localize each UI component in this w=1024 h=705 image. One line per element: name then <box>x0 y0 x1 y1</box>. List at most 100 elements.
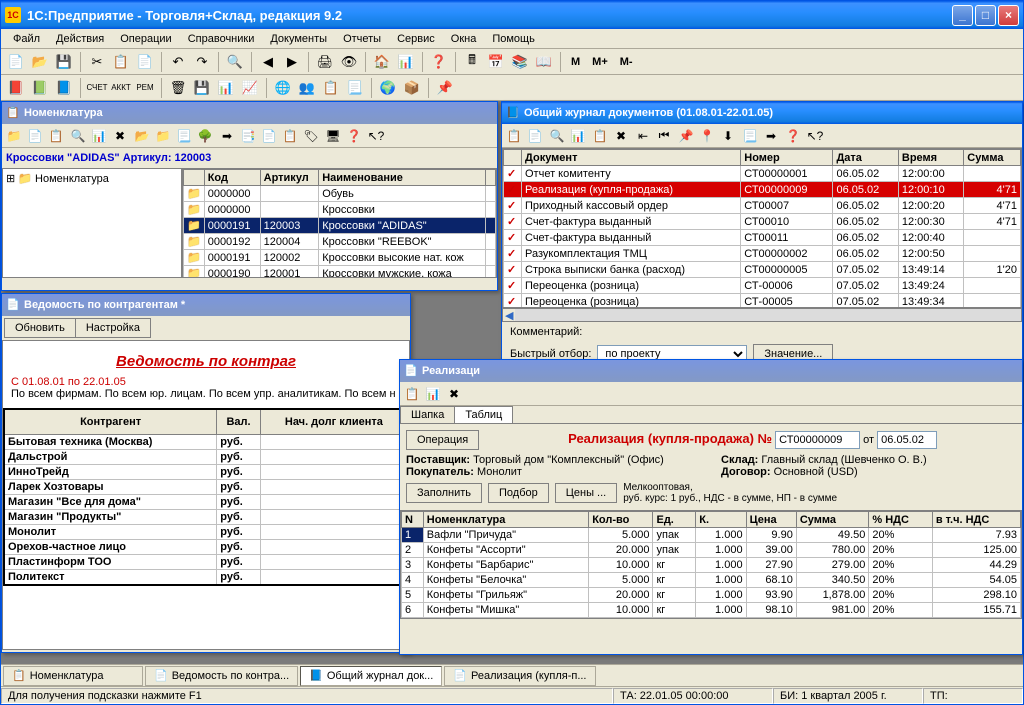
tool-icon[interactable]: 📊 <box>395 51 417 73</box>
menu-item[interactable]: Справочники <box>180 31 263 47</box>
tb2-icon[interactable]: РЕМ <box>134 77 156 99</box>
tree-item[interactable]: ⊞ 📁 Номенклатура <box>5 171 179 186</box>
tb-icon[interactable]: ❓ <box>344 126 364 146</box>
redo-icon[interactable]: ↷ <box>191 51 213 73</box>
help-arrow-icon[interactable]: ↖? <box>805 126 825 146</box>
tb-icon[interactable]: 📊 <box>568 126 588 146</box>
tb2-icon[interactable]: 📗 <box>29 77 51 99</box>
tb-icon[interactable]: ✖ <box>444 384 464 404</box>
table-row[interactable]: ✓Счет-фактура выданныйСТ0001106.05.0212:… <box>504 230 1021 246</box>
tb-icon[interactable]: ⏮ <box>654 126 674 146</box>
select-button[interactable]: Подбор <box>488 483 549 503</box>
table-row[interactable]: Магазин "Все для дома"руб. <box>4 495 408 510</box>
m-minus-button[interactable]: М- <box>615 51 638 73</box>
tb-icon[interactable]: ✖ <box>611 126 631 146</box>
tb2-icon[interactable]: АККТ <box>110 77 132 99</box>
doc-date-input[interactable] <box>877 431 937 449</box>
table-row[interactable]: Орехов-частное лицоруб. <box>4 540 408 555</box>
scroll-left-icon[interactable]: ◀ <box>503 309 515 322</box>
new-icon[interactable]: 📄 <box>5 51 27 73</box>
table-row[interactable]: Ларек Хозтоварыруб. <box>4 480 408 495</box>
maximize-button[interactable]: □ <box>975 5 996 26</box>
find-icon[interactable]: 🔍 <box>224 51 246 73</box>
table-row[interactable]: 📁0000000Кроссовки <box>184 202 496 218</box>
tb2-icon[interactable]: 💾 <box>191 77 213 99</box>
settings-button[interactable]: Настройка <box>75 318 151 338</box>
table-row[interactable]: Пластинформ ТООруб. <box>4 555 408 570</box>
tb-icon[interactable]: ➡ <box>761 126 781 146</box>
tb2-icon[interactable]: 📈 <box>239 77 261 99</box>
tb-icon[interactable]: 🌳 <box>195 126 215 146</box>
tb-icon[interactable]: ➡ <box>217 126 237 146</box>
tb2-icon[interactable]: 📃 <box>344 77 366 99</box>
next-icon[interactable]: ▶ <box>281 51 303 73</box>
m-plus-button[interactable]: М+ <box>587 51 613 73</box>
table-row[interactable]: 📁0000190120001Кроссовки мужские, кожа <box>184 266 496 279</box>
tb-icon[interactable]: 🔍 <box>547 126 567 146</box>
menu-item[interactable]: Окна <box>443 31 485 47</box>
prices-button[interactable]: Цены ... <box>555 483 617 503</box>
prev-icon[interactable]: ◀ <box>257 51 279 73</box>
tb2-icon[interactable]: 📊 <box>215 77 237 99</box>
minimize-button[interactable]: _ <box>952 5 973 26</box>
book-icon[interactable]: 📖 <box>533 51 555 73</box>
table-row[interactable]: 📁0000192120004Кроссовки "REEBOK" <box>184 234 496 250</box>
table-row[interactable]: 1Вафли "Причуда"5.000упак1.0009.9049.502… <box>402 528 1021 543</box>
realization-titlebar[interactable]: 📄 Реализаци <box>400 360 1022 382</box>
table-row[interactable]: Бытовая техника (Москва)руб. <box>4 435 408 450</box>
table-row[interactable]: ✓Строка выписки банка (расход)СТ00000005… <box>504 262 1021 278</box>
tb2-icon[interactable]: СЧЕТ <box>86 77 108 99</box>
tool-icon[interactable]: 🏠 <box>371 51 393 73</box>
scrollbar[interactable] <box>515 309 1021 321</box>
table-row[interactable]: 2Конфеты "Ассорти"20.000упак1.00039.0078… <box>402 543 1021 558</box>
help-icon[interactable]: ❓ <box>428 51 450 73</box>
save-icon[interactable]: 💾 <box>53 51 75 73</box>
table-row[interactable]: Дальстройруб. <box>4 450 408 465</box>
table-row[interactable]: Монолитруб. <box>4 525 408 540</box>
paste-icon[interactable]: 📄 <box>134 51 156 73</box>
tb-icon[interactable]: ⇤ <box>633 126 653 146</box>
tool-icon[interactable]: 📚 <box>509 51 531 73</box>
print-icon[interactable]: 🖨 <box>314 51 336 73</box>
tb2-icon[interactable]: 🌐 <box>272 77 294 99</box>
tb2-icon[interactable]: 📌 <box>434 77 456 99</box>
table-row[interactable]: 3Конфеты "Барбарис"10.000кг1.00027.90279… <box>402 558 1021 573</box>
menu-item[interactable]: Действия <box>48 31 112 47</box>
tb2-icon[interactable]: 🗑 <box>167 77 189 99</box>
tb-icon[interactable]: 📃 <box>740 126 760 146</box>
journal-grid[interactable]: ДокументНомерДатаВремяСумма✓Отчет комите… <box>503 149 1021 308</box>
tb-icon[interactable]: 📄 <box>525 126 545 146</box>
copy-icon[interactable]: 📋 <box>110 51 132 73</box>
table-row[interactable]: ✓Приходный кассовый ордерСТ0000706.05.02… <box>504 198 1021 214</box>
calc-icon[interactable]: 🖩 <box>461 51 483 73</box>
doc-number-input[interactable] <box>775 431 860 449</box>
tb-icon[interactable]: 🔍 <box>68 126 88 146</box>
refresh-button[interactable]: Обновить <box>4 318 75 338</box>
cut-icon[interactable]: ✂ <box>86 51 108 73</box>
table-row[interactable]: ✓Отчет комитентуСТ0000000106.05.0212:00:… <box>504 166 1021 182</box>
table-row[interactable]: 5Конфеты "Грильяж"20.000кг1.00093.901,87… <box>402 588 1021 603</box>
menu-item[interactable]: Помощь <box>484 31 543 47</box>
menu-item[interactable]: Сервис <box>389 31 443 47</box>
undo-icon[interactable]: ↶ <box>167 51 189 73</box>
table-row[interactable]: 6Конфеты "Мишка"10.000кг1.00098.10981.00… <box>402 603 1021 618</box>
taskbar-button[interactable]: 📄Ведомость по контра... <box>145 666 298 686</box>
tb2-icon[interactable]: 🌍 <box>377 77 399 99</box>
table-row[interactable]: 📁0000191120003Кроссовки "ADIDAS" <box>184 218 496 234</box>
help-arrow-icon[interactable]: ↖? <box>366 126 386 146</box>
taskbar-button[interactable]: 📄Реализация (купля-п... <box>444 666 595 686</box>
table-row[interactable]: Политекструб. <box>4 570 408 586</box>
fill-button[interactable]: Заполнить <box>406 483 482 503</box>
menu-item[interactable]: Документы <box>262 31 335 47</box>
tb2-icon[interactable]: 📕 <box>5 77 27 99</box>
calendar-icon[interactable]: 📅 <box>485 51 507 73</box>
table-row[interactable]: ✓Реализация (купля-продажа)СТ0000000906.… <box>504 182 1021 198</box>
preview-icon[interactable]: 👁 <box>338 51 360 73</box>
table-row[interactable]: ✓Переоценка (розница)СТ-0000507.05.0213:… <box>504 294 1021 309</box>
table-row[interactable]: ✓Переоценка (розница)СТ-0000607.05.0213:… <box>504 278 1021 294</box>
tb-icon[interactable]: 📄 <box>25 126 45 146</box>
tb-icon[interactable]: 📁 <box>4 126 24 146</box>
tb2-icon[interactable]: 📘 <box>53 77 75 99</box>
menu-item[interactable]: Операции <box>112 31 179 47</box>
tb-icon[interactable]: 📁 <box>153 126 173 146</box>
